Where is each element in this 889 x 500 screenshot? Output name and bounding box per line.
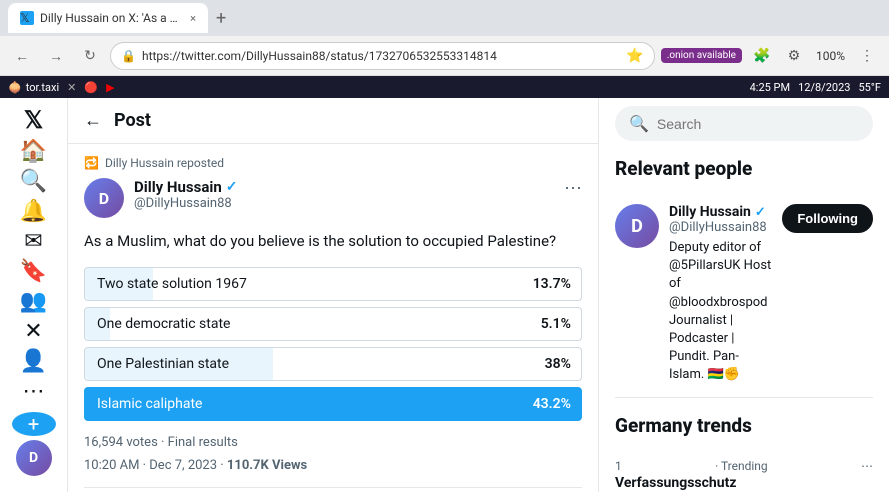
trends-section: Germany trends 1 · Trending ⋯ Verfassung…: [615, 414, 873, 493]
poll-option-3-pct: 43.2%: [533, 396, 581, 412]
poll-option-2-label: One Palestinian state: [85, 356, 545, 372]
poll-option-3[interactable]: Islamic caliphate 43.2%: [84, 387, 582, 421]
action-bar: 💬 288 🔁 276 ❤ 768 🔖 43 ↑: [84, 487, 582, 493]
taskbar: 🧅 tor.taxi ✕ 🔴 ▶ 4:25 PM 12/8/2023 55°F: [0, 76, 889, 98]
verified-badge-icon: ✓: [226, 179, 238, 195]
tweet-author-info: Dilly Hussain ✓ @DillyHussain88: [134, 178, 554, 211]
sidebar-logo[interactable]: 𝕏: [10, 106, 58, 134]
repost-icon: 🔁: [84, 156, 99, 170]
tweet-author-name[interactable]: Dilly Hussain ✓: [134, 178, 554, 196]
trend-meta-0: 1 · Trending ⋯: [615, 459, 873, 473]
sidebar-item-more[interactable]: ⋯: [10, 378, 58, 404]
taskbar-x-icon[interactable]: ✕: [67, 81, 76, 94]
poll-option-0-pct: 13.7%: [533, 276, 581, 292]
nav-icons: 🧩 ⚙ 100% ⋮: [748, 42, 881, 70]
sidebar-item-xpremium[interactable]: ✕: [10, 318, 58, 344]
forward-button[interactable]: →: [42, 42, 70, 70]
poll-container: Two state solution 1967 13.7% One democr…: [84, 267, 582, 421]
relevant-people-title: Relevant people: [615, 157, 873, 180]
follow-button[interactable]: Following: [782, 204, 873, 233]
poll-option-1-pct: 5.1%: [541, 316, 581, 332]
extensions-icon[interactable]: 🧩: [748, 42, 776, 70]
people-avatar[interactable]: D: [615, 204, 659, 248]
nav-bar: ← → ↻ 🔒 https://twitter.com/DillyHussain…: [0, 36, 889, 76]
repost-label: Dilly Hussain reposted: [105, 156, 224, 170]
address-bar[interactable]: 🔒 https://twitter.com/DillyHussain88/sta…: [110, 42, 655, 70]
poll-option-3-label: Islamic caliphate: [85, 396, 533, 412]
taskbar-reddit-icon[interactable]: 🔴: [84, 81, 98, 94]
trend-name-0: Verfassungsschutz: [615, 475, 873, 491]
people-info: Dilly Hussain ✓ @DillyHussain88 Deputy e…: [669, 204, 772, 385]
browser-chrome: 𝕏 Dilly Hussain on X: 'As a Musl... × + …: [0, 0, 889, 76]
tweet-author-row: D Dilly Hussain ✓ @DillyHussain88 ⋯: [84, 178, 582, 218]
active-tab[interactable]: 𝕏 Dilly Hussain on X: 'As a Musl... ×: [8, 3, 208, 33]
new-tab-button[interactable]: +: [216, 8, 226, 29]
taskbar-right: 4:25 PM 12/8/2023 55°F: [750, 81, 881, 94]
post-body: 🔁 Dilly Hussain reposted D Dilly Hussain…: [68, 144, 598, 492]
poll-option-0[interactable]: Two state solution 1967 13.7%: [84, 267, 582, 301]
poll-option-1-label: One democratic state: [85, 316, 541, 332]
tab-close-button[interactable]: ×: [190, 12, 196, 25]
taskbar-time: 4:25 PM: [750, 81, 790, 94]
tortaxi-icon: 🧅: [8, 81, 22, 94]
settings-icon[interactable]: ⚙: [780, 42, 808, 70]
search-bar[interactable]: 🔍: [615, 106, 873, 141]
tweet-text: As a Muslim, what do you believe is the …: [84, 230, 582, 253]
people-handle: @DillyHussain88: [669, 220, 772, 235]
poll-option-2[interactable]: One Palestinian state 38%: [84, 347, 582, 381]
taskbar-temp: 55°F: [858, 81, 881, 94]
tweet-author-avatar[interactable]: D: [84, 178, 124, 218]
sidebar-item-messages[interactable]: ✉: [10, 228, 58, 254]
poll-status: Final results: [168, 435, 238, 450]
tweet-more-button[interactable]: ⋯: [564, 178, 582, 199]
post-page-title: Post: [114, 110, 151, 131]
poll-option-2-pct: 38%: [545, 356, 581, 372]
sidebar-item-search[interactable]: 🔍: [10, 168, 58, 194]
back-to-feed-button[interactable]: ←: [84, 110, 102, 131]
back-button[interactable]: ←: [8, 42, 36, 70]
taskbar-youtube-icon[interactable]: ▶: [106, 81, 114, 94]
menu-icon[interactable]: ⋮: [853, 42, 881, 70]
taskbar-left: 🧅 tor.taxi ✕ 🔴 ▶: [8, 81, 115, 94]
relevant-people-section: Relevant people D Dilly Hussain ✓ @Dilly…: [615, 157, 873, 398]
post-header: ← Post: [68, 98, 598, 144]
sidebar-item-communities[interactable]: 👥: [10, 288, 58, 314]
left-sidebar: 𝕏 🏠 🔍 🔔 ✉ 🔖 👥 ✕ 👤 ⋯ + D: [0, 98, 68, 492]
tab-bar: 𝕏 Dilly Hussain on X: 'As a Musl... × +: [0, 0, 889, 36]
people-name[interactable]: Dilly Hussain ✓: [669, 204, 772, 220]
refresh-button[interactable]: ↻: [76, 42, 104, 70]
poll-option-1[interactable]: One democratic state 5.1%: [84, 307, 582, 341]
onion-badge[interactable]: .onion available: [661, 48, 742, 63]
people-bio: Deputy editor of @5PillarsUK Host of @bl…: [669, 239, 772, 385]
poll-option-0-label: Two state solution 1967: [85, 276, 533, 292]
trends-section-title: Germany trends: [615, 414, 873, 437]
right-sidebar: 🔍 Relevant people D Dilly Hussain ✓ @Dil…: [599, 98, 889, 492]
sidebar-item-notifications[interactable]: 🔔: [10, 198, 58, 224]
taskbar-date: 12/8/2023: [798, 81, 850, 94]
sidebar-item-home[interactable]: 🏠: [10, 138, 58, 164]
tweet-button[interactable]: +: [12, 412, 56, 436]
poll-meta: 16,594 votes · Final results: [84, 435, 582, 450]
sidebar-item-bookmarks[interactable]: 🔖: [10, 258, 58, 284]
zoom-level: 100%: [812, 49, 849, 63]
trend-more-0[interactable]: ⋯: [861, 459, 873, 473]
people-verified-icon: ✓: [755, 205, 766, 220]
tab-favicon: 𝕏: [20, 11, 34, 25]
sidebar-item-profile[interactable]: 👤: [10, 348, 58, 374]
main-content: ← Post 🔁 Dilly Hussain reposted D Dilly …: [68, 98, 599, 492]
tweet-author-handle: @DillyHussain88: [134, 196, 554, 211]
search-input[interactable]: [657, 116, 859, 132]
poll-votes: 16,594 votes: [84, 435, 158, 450]
url-text: https://twitter.com/DillyHussain88/statu…: [142, 49, 620, 63]
tweet-timestamp: 10:20 AM · Dec 7, 2023 · 110.7K Views: [84, 458, 582, 473]
page-layout: 𝕏 🏠 🔍 🔔 ✉ 🔖 👥 ✕ 👤 ⋯ + D ← Post 🔁 Dilly H…: [0, 98, 889, 492]
tab-title: Dilly Hussain on X: 'As a Musl...: [40, 11, 184, 25]
trend-item-0[interactable]: 1 · Trending ⋯ Verfassungsschutz 15.2K p…: [615, 449, 873, 493]
search-icon: 🔍: [629, 114, 649, 133]
current-user-avatar[interactable]: D: [16, 440, 52, 476]
taskbar-tortaxi[interactable]: 🧅 tor.taxi: [8, 81, 59, 94]
people-card: D Dilly Hussain ✓ @DillyHussain88 Deputy…: [615, 192, 873, 398]
repost-indicator: 🔁 Dilly Hussain reposted: [84, 156, 582, 170]
